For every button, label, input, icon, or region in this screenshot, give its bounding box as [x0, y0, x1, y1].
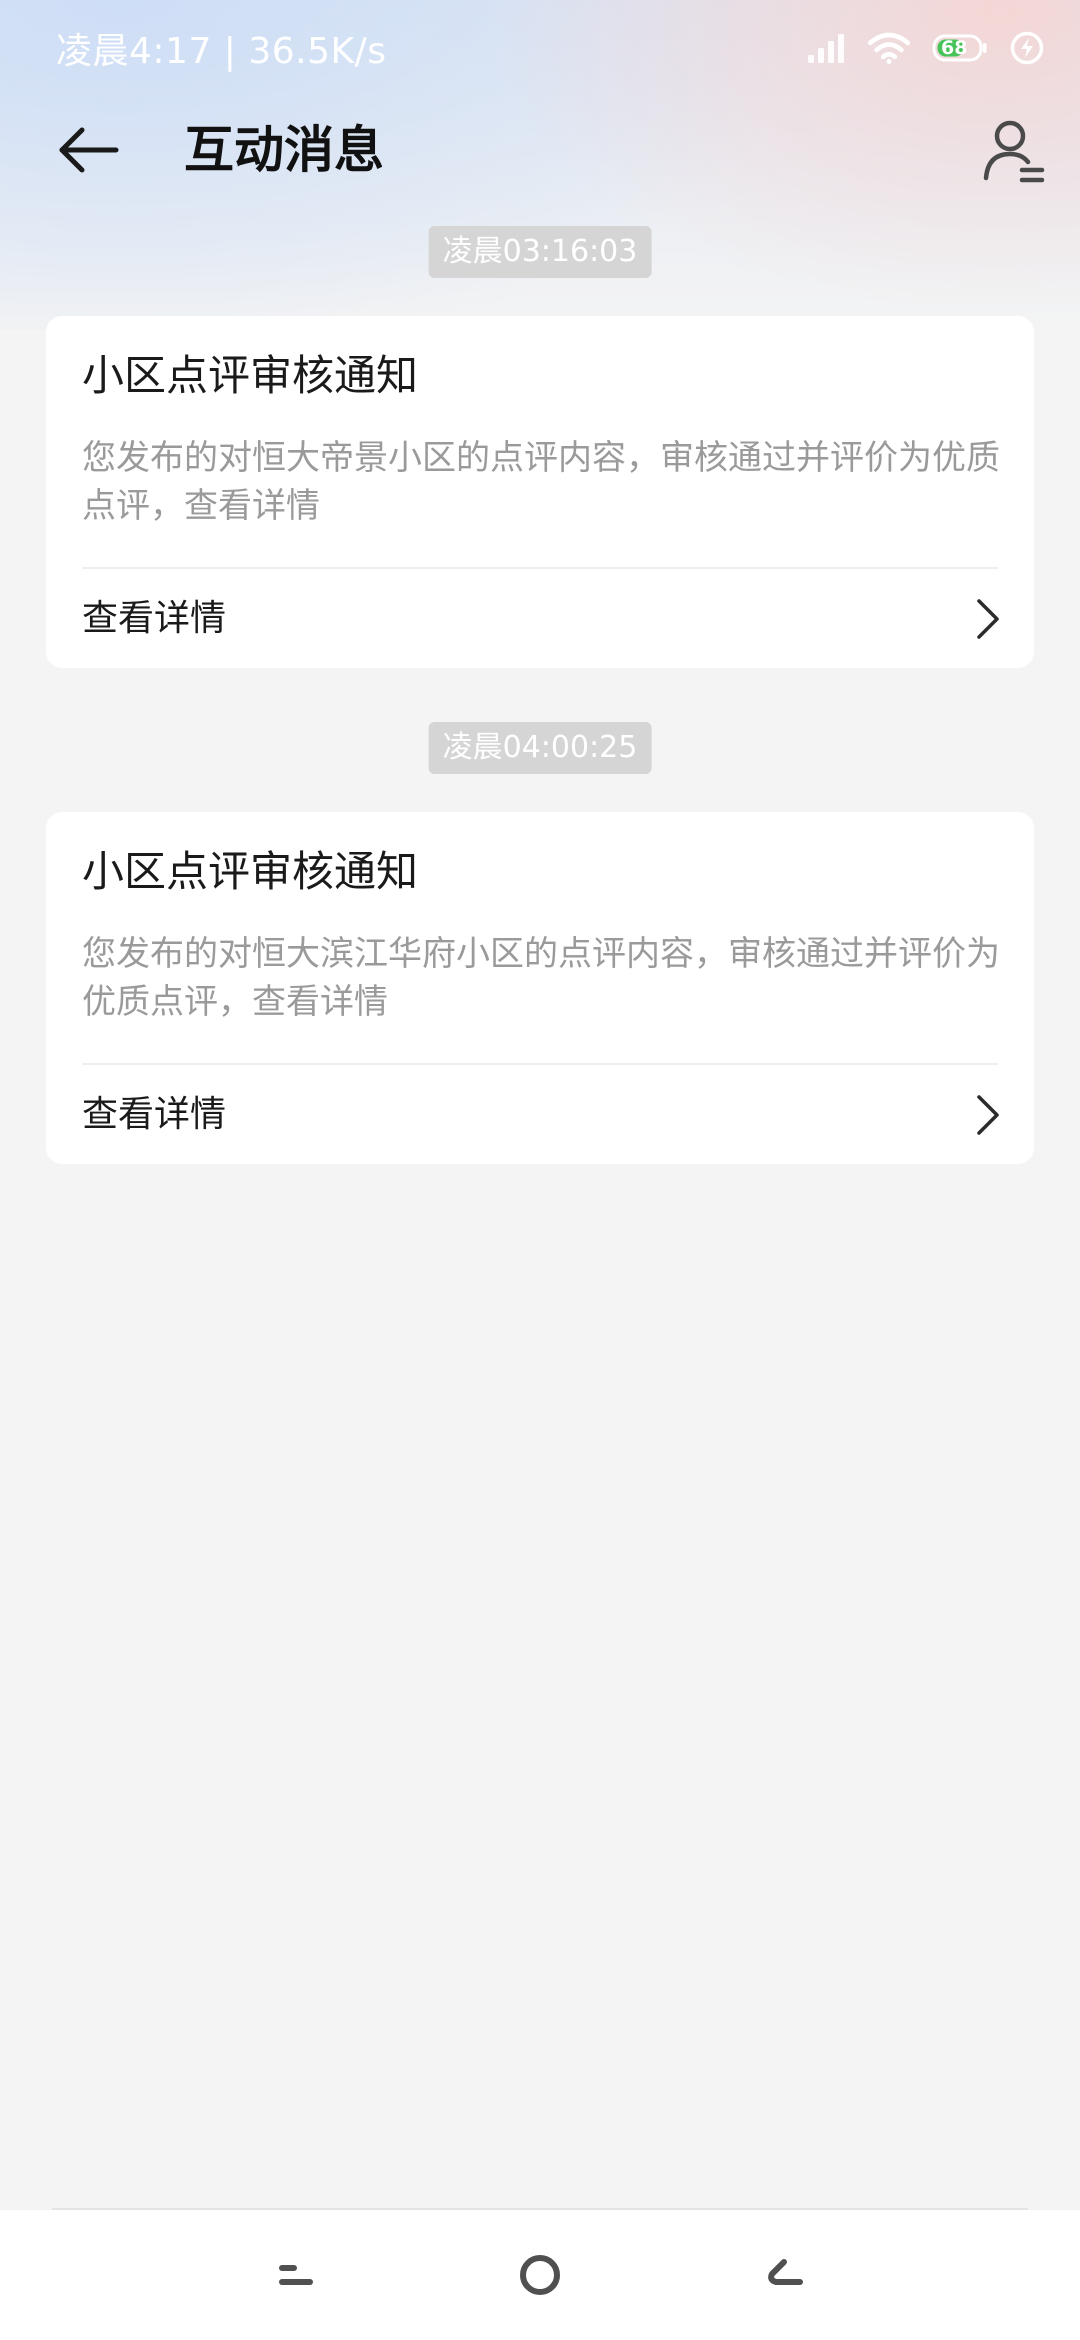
- message-body: 您发布的对恒大滨江华府小区的点评内容，审核通过并评价为优质点评，查看详情: [82, 934, 1000, 1022]
- view-details-button[interactable]: 查看详情: [46, 569, 1034, 668]
- system-navigation-bar: [0, 2210, 1080, 2340]
- status-time-speed: 凌晨4:17 | 36.5K/s: [56, 31, 387, 72]
- nav-bar: 互动消息: [0, 100, 1080, 200]
- view-details-button[interactable]: 查看详情: [46, 1065, 1034, 1164]
- message-timestamp: 凌晨04:00:25: [428, 722, 652, 774]
- battery-level-text: 68: [941, 37, 968, 59]
- message-timestamp: 凌晨03:16:03: [428, 226, 652, 278]
- page-title: 互动消息: [184, 121, 384, 179]
- profile-button[interactable]: [978, 112, 1050, 188]
- signal-icon: [806, 33, 846, 63]
- charging-icon: [1010, 31, 1044, 65]
- back-nav-button[interactable]: [744, 2240, 824, 2310]
- message-title: 小区点评审核通知: [82, 847, 419, 896]
- message-card: 小区点评审核通知 您发布的对恒大滨江华府小区的点评内容，审核通过并评价为优质点评…: [46, 812, 1034, 1164]
- status-bar: 凌晨4:17 | 36.5K/s 68: [0, 0, 1080, 96]
- battery-icon: 68: [932, 34, 988, 62]
- home-circle-icon: [520, 2255, 560, 2295]
- wifi-icon: [868, 32, 910, 64]
- status-icons: 68: [806, 28, 1044, 68]
- home-button[interactable]: [500, 2240, 580, 2310]
- menu-icon: [279, 2265, 313, 2285]
- message-title: 小区点评审核通知: [82, 351, 419, 400]
- back-button[interactable]: [48, 118, 128, 182]
- back-gesture-icon: [768, 2259, 803, 2285]
- message-card: 小区点评审核通知 您发布的对恒大帝景小区的点评内容，审核通过并评价为优质点评，查…: [46, 316, 1034, 668]
- message-body: 您发布的对恒大帝景小区的点评内容，审核通过并评价为优质点评，查看详情: [82, 438, 1000, 526]
- arrow-left-icon: [59, 127, 119, 173]
- chevron-right-icon: [977, 1095, 999, 1135]
- view-details-label: 查看详情: [82, 1094, 227, 1135]
- view-details-label: 查看详情: [82, 598, 227, 639]
- user-settings-icon: [983, 120, 1045, 183]
- menu-button[interactable]: [256, 2240, 336, 2310]
- chevron-right-icon: [977, 599, 999, 639]
